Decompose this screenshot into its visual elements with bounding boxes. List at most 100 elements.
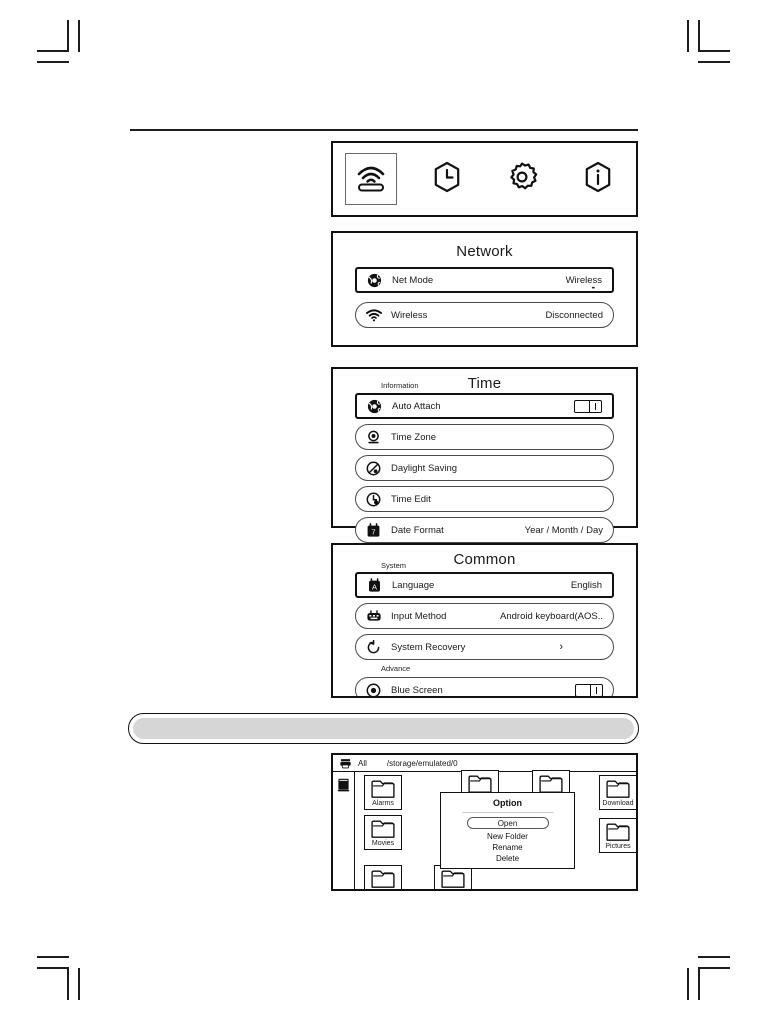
option-dialog-separator bbox=[461, 812, 554, 813]
net-mode-sub-indicator: •• bbox=[591, 285, 595, 292]
folder-tile-pictures[interactable]: Pictures bbox=[599, 818, 636, 853]
folder-tile-alarms[interactable]: Alarms bbox=[364, 775, 402, 810]
row-date-format[interactable]: 7 Date Format Year / Month / Day bbox=[355, 517, 614, 543]
crop-mark-top-left bbox=[37, 50, 69, 52]
globe-network-icon bbox=[366, 272, 383, 289]
common-group-label-advance: Advance bbox=[381, 664, 411, 673]
row-label: Language bbox=[392, 579, 435, 591]
clock-edit-icon bbox=[365, 491, 382, 508]
option-dialog-title: Option bbox=[493, 798, 522, 808]
net-mode-value: Wireless bbox=[565, 274, 602, 286]
folder-icon bbox=[441, 870, 465, 888]
crop-mark-top-right bbox=[698, 50, 730, 52]
crop-mark-bottom-right bbox=[698, 967, 730, 969]
crop-mark-top-right bbox=[698, 61, 730, 63]
folder-name: Alarms bbox=[372, 800, 394, 807]
row-label: Wireless bbox=[391, 309, 428, 321]
svg-text:7: 7 bbox=[371, 527, 375, 536]
chevron-right-icon: › bbox=[559, 640, 563, 653]
info-icon bbox=[582, 161, 614, 198]
option-open-button[interactable]: Open bbox=[466, 817, 549, 829]
folder-tile-movies[interactable]: Movies bbox=[364, 815, 402, 850]
toggle-knob bbox=[590, 684, 602, 696]
crop-mark-bottom-right bbox=[698, 968, 700, 1000]
location-pin-icon bbox=[365, 429, 382, 446]
page-header-rule bbox=[130, 129, 638, 131]
folder-name: Movies bbox=[371, 840, 395, 847]
redacted-fill bbox=[133, 718, 634, 739]
folder-icon bbox=[539, 775, 563, 793]
gear-icon bbox=[506, 161, 538, 198]
row-value: Android keyboard(AOS.. bbox=[500, 610, 603, 622]
row-language[interactable]: A Language English bbox=[355, 572, 614, 598]
option-delete-item[interactable]: Delete bbox=[496, 853, 519, 864]
time-settings-panel: Time Information Auto Attach Time Zone D… bbox=[331, 367, 638, 543]
auto-attach-toggle[interactable] bbox=[574, 399, 602, 413]
common-panel-title: Common bbox=[453, 551, 516, 568]
network-panel-title: Network bbox=[456, 243, 513, 260]
row-label: Blue Screen bbox=[391, 684, 443, 696]
crop-mark-bottom-right bbox=[687, 968, 689, 1000]
row-label: Input Method bbox=[391, 610, 447, 622]
icon-bar-item-network[interactable] bbox=[344, 153, 397, 205]
crop-mark-top-right bbox=[687, 20, 689, 52]
language-icon: A bbox=[366, 577, 383, 594]
row-value: Disconnected bbox=[545, 309, 603, 321]
row-value: English bbox=[570, 579, 602, 591]
icon-bar-item-common[interactable] bbox=[496, 153, 548, 205]
folder-tile-download[interactable]: Download bbox=[599, 775, 636, 810]
file-browser-sidebar bbox=[333, 772, 355, 889]
internal-storage-icon[interactable] bbox=[337, 778, 350, 889]
common-settings-panel: Common System A Language English Input M… bbox=[331, 543, 638, 698]
crop-mark-top-left bbox=[78, 20, 80, 52]
row-input-method[interactable]: Input Method Android keyboard(AOS.. bbox=[355, 603, 614, 629]
restore-icon bbox=[365, 639, 382, 656]
clock-icon bbox=[431, 161, 463, 198]
row-system-recovery[interactable]: System Recovery › bbox=[355, 634, 614, 660]
option-dialog: Option Open New Folder Rename Delete bbox=[440, 792, 575, 869]
blue-screen-icon bbox=[365, 682, 382, 696]
file-browser-grid: Alarms Download Movies Pictures Option O… bbox=[355, 770, 636, 889]
option-rename-item[interactable]: Rename bbox=[492, 842, 522, 853]
row-label: Time Zone bbox=[391, 431, 437, 443]
row-label: Daylight Saving bbox=[391, 462, 458, 474]
toggle-knob bbox=[589, 400, 601, 412]
storage-device-icon[interactable] bbox=[340, 758, 351, 769]
file-browser-panel: All /storage/emulated/0 Alarms Download … bbox=[331, 753, 638, 891]
row-time-edit[interactable]: Time Edit bbox=[355, 486, 614, 512]
row-value: Year / Month / Day bbox=[524, 524, 603, 536]
daylight-saving-icon bbox=[365, 460, 382, 477]
row-label: Date Format bbox=[391, 524, 444, 536]
crop-mark-bottom-left bbox=[37, 956, 69, 958]
file-browser-all-label[interactable]: All bbox=[358, 759, 367, 768]
keyboard-icon bbox=[365, 608, 382, 625]
row-auto-attach[interactable]: Auto Attach bbox=[355, 393, 614, 419]
row-time-zone[interactable]: Time Zone bbox=[355, 424, 614, 450]
folder-tile-unnamed-3[interactable] bbox=[364, 865, 402, 889]
router-icon bbox=[354, 161, 388, 198]
blue-screen-toggle[interactable] bbox=[575, 683, 603, 696]
crop-mark-top-left bbox=[37, 61, 69, 63]
icon-bar-item-time[interactable] bbox=[421, 153, 473, 205]
crop-mark-bottom-left bbox=[37, 967, 69, 969]
folder-icon bbox=[606, 823, 630, 841]
row-value: Wireless •• bbox=[565, 274, 602, 292]
crop-mark-bottom-left bbox=[78, 968, 80, 1000]
wifi-icon bbox=[365, 307, 382, 324]
time-panel-title: Time bbox=[467, 375, 502, 392]
row-net-mode[interactable]: Net Mode Wireless •• bbox=[355, 267, 614, 293]
row-blue-screen[interactable]: Blue Screen bbox=[355, 677, 614, 696]
row-wireless[interactable]: Wireless Disconnected bbox=[355, 302, 614, 328]
settings-icon-bar bbox=[331, 141, 638, 217]
time-group-label-information: Information bbox=[381, 381, 419, 390]
row-daylight-saving[interactable]: Daylight Saving bbox=[355, 455, 614, 481]
option-new-folder-item[interactable]: New Folder bbox=[487, 831, 528, 842]
folder-icon bbox=[371, 870, 395, 888]
icon-bar-item-information[interactable] bbox=[572, 153, 624, 205]
folder-icon bbox=[606, 780, 630, 798]
calendar-icon: 7 bbox=[365, 522, 382, 539]
folder-name: Download bbox=[602, 800, 634, 807]
common-group-label-system: System bbox=[381, 561, 407, 570]
row-label: Net Mode bbox=[392, 274, 434, 286]
file-browser-path: /storage/emulated/0 bbox=[386, 758, 458, 768]
